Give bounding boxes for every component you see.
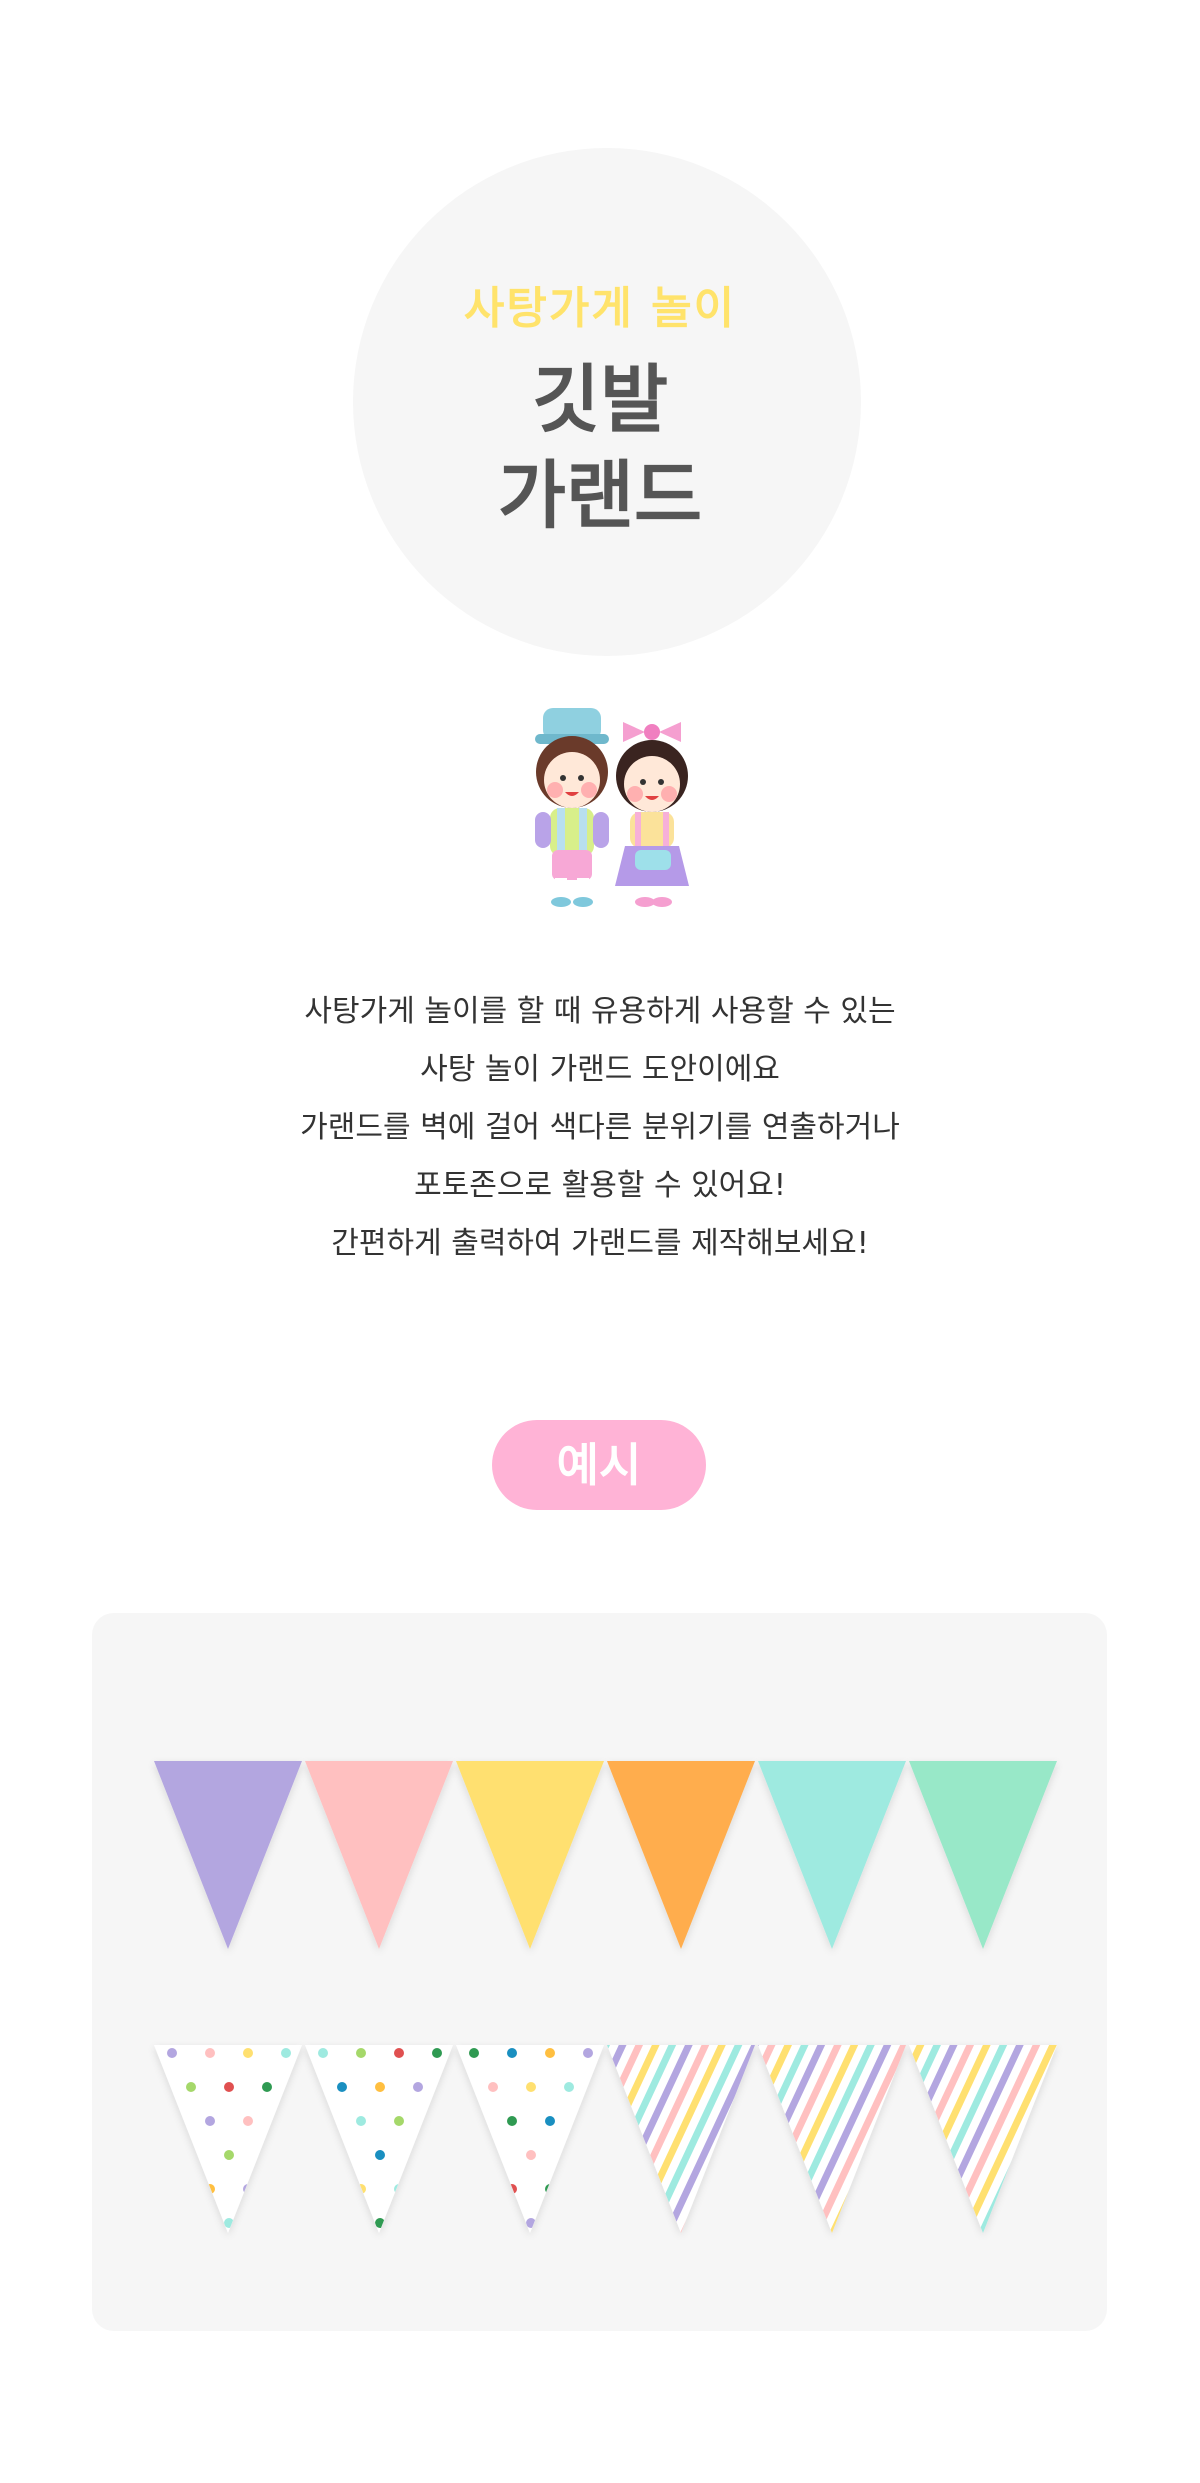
description-line: 포토존으로 활용할 수 있어요! <box>414 1168 786 1203</box>
title-line-2: 가랜드 <box>497 453 703 539</box>
dotted-flag <box>305 2045 453 2233</box>
solid-flag <box>607 1761 755 1949</box>
page-title: 깃발 가랜드 <box>0 352 1200 544</box>
hero-subtitle: 사탕가게 놀이 <box>463 283 737 334</box>
dotted-flag <box>456 2045 604 2233</box>
striped-flag <box>909 2045 1057 2233</box>
girl-character <box>615 722 689 907</box>
description-line: 가랜드를 벽에 걸어 색다른 분위기를 연출하거나 <box>300 1110 900 1145</box>
solid-flag <box>456 1761 604 1949</box>
striped-flag <box>607 2045 755 2233</box>
garland-preview <box>154 1761 1057 2233</box>
description: 사탕가게 놀이를 할 때 유용하게 사용할 수 있는 사탕 놀이 가랜드 도안이… <box>0 983 1200 1273</box>
solid-flag <box>909 1761 1057 1949</box>
solid-flag <box>154 1761 302 1949</box>
solid-flag <box>305 1761 453 1949</box>
example-badge: 예시 <box>492 1420 706 1510</box>
kids-illustration <box>535 708 689 907</box>
dotted-flag <box>154 2045 302 2233</box>
striped-flag <box>758 2045 906 2233</box>
boy-character <box>535 708 609 907</box>
description-line: 사탕가게 놀이를 할 때 유용하게 사용할 수 있는 <box>304 994 896 1029</box>
description-line: 간편하게 출력하여 가랜드를 제작해보세요! <box>331 1226 869 1261</box>
example-panel <box>92 1613 1107 2331</box>
title-line-1: 깃발 <box>531 357 669 443</box>
solid-flag <box>758 1761 906 1949</box>
description-line: 사탕 놀이 가랜드 도안이에요 <box>420 1052 780 1087</box>
